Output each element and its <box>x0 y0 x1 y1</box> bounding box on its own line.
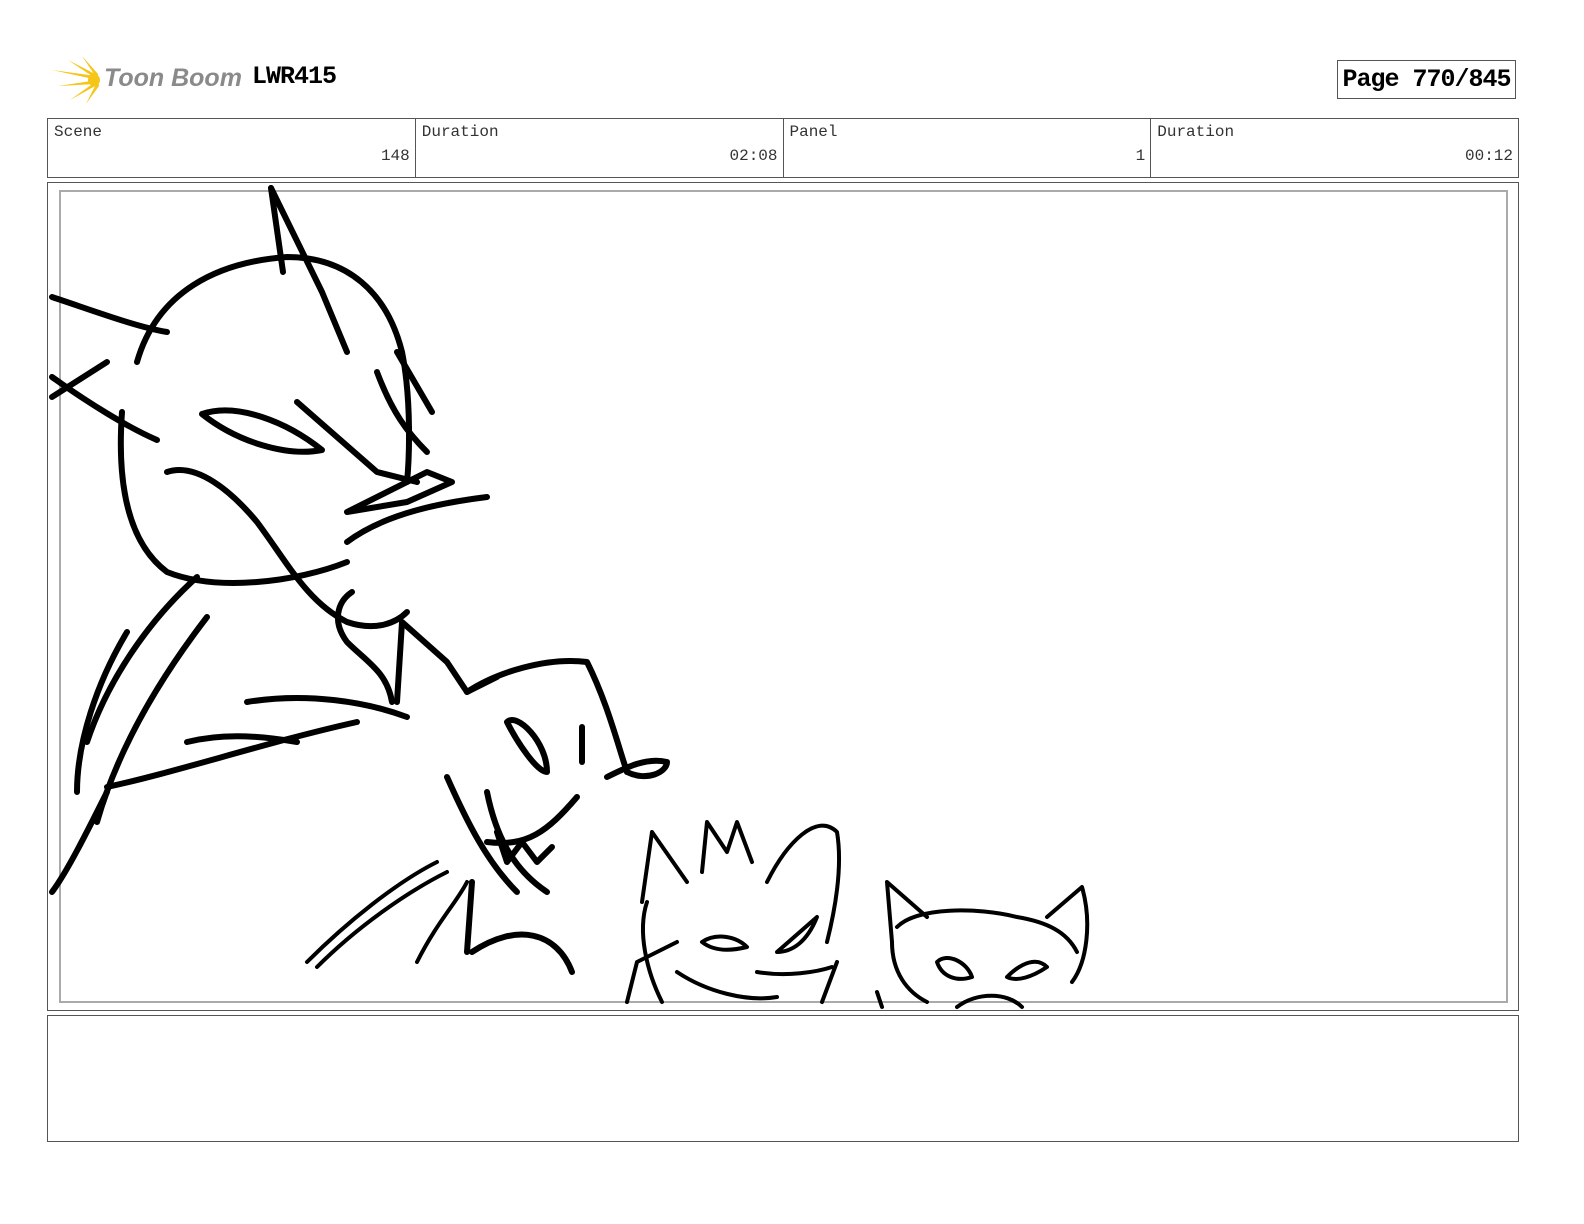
storyboard-sketch <box>49 185 1090 1009</box>
scene-label: Scene <box>54 123 103 141</box>
logo-text: Toon Boom <box>104 64 242 92</box>
panel-value: 1 <box>1135 147 1146 165</box>
notes-box <box>47 1015 1519 1142</box>
scene-cell: Scene 148 <box>48 119 416 177</box>
scene-duration-label: Duration <box>421 123 499 141</box>
scene-duration-cell: Duration 02:08 <box>416 119 784 177</box>
panel-cell: Panel 1 <box>784 119 1152 177</box>
page-number: Page 770/845 <box>1337 60 1516 99</box>
panel-duration-value: 00:12 <box>1464 147 1513 165</box>
scene-value: 148 <box>380 147 410 165</box>
panel-label: Panel <box>789 123 838 141</box>
panel-duration-cell: Duration 00:12 <box>1151 119 1518 177</box>
project-title: LWR415 <box>252 62 337 91</box>
panel-info-table: Scene 148 Duration 02:08 Panel 1 Duratio… <box>47 118 1519 178</box>
scene-duration-value: 02:08 <box>729 147 778 165</box>
panel-duration-label: Duration <box>1157 123 1235 141</box>
